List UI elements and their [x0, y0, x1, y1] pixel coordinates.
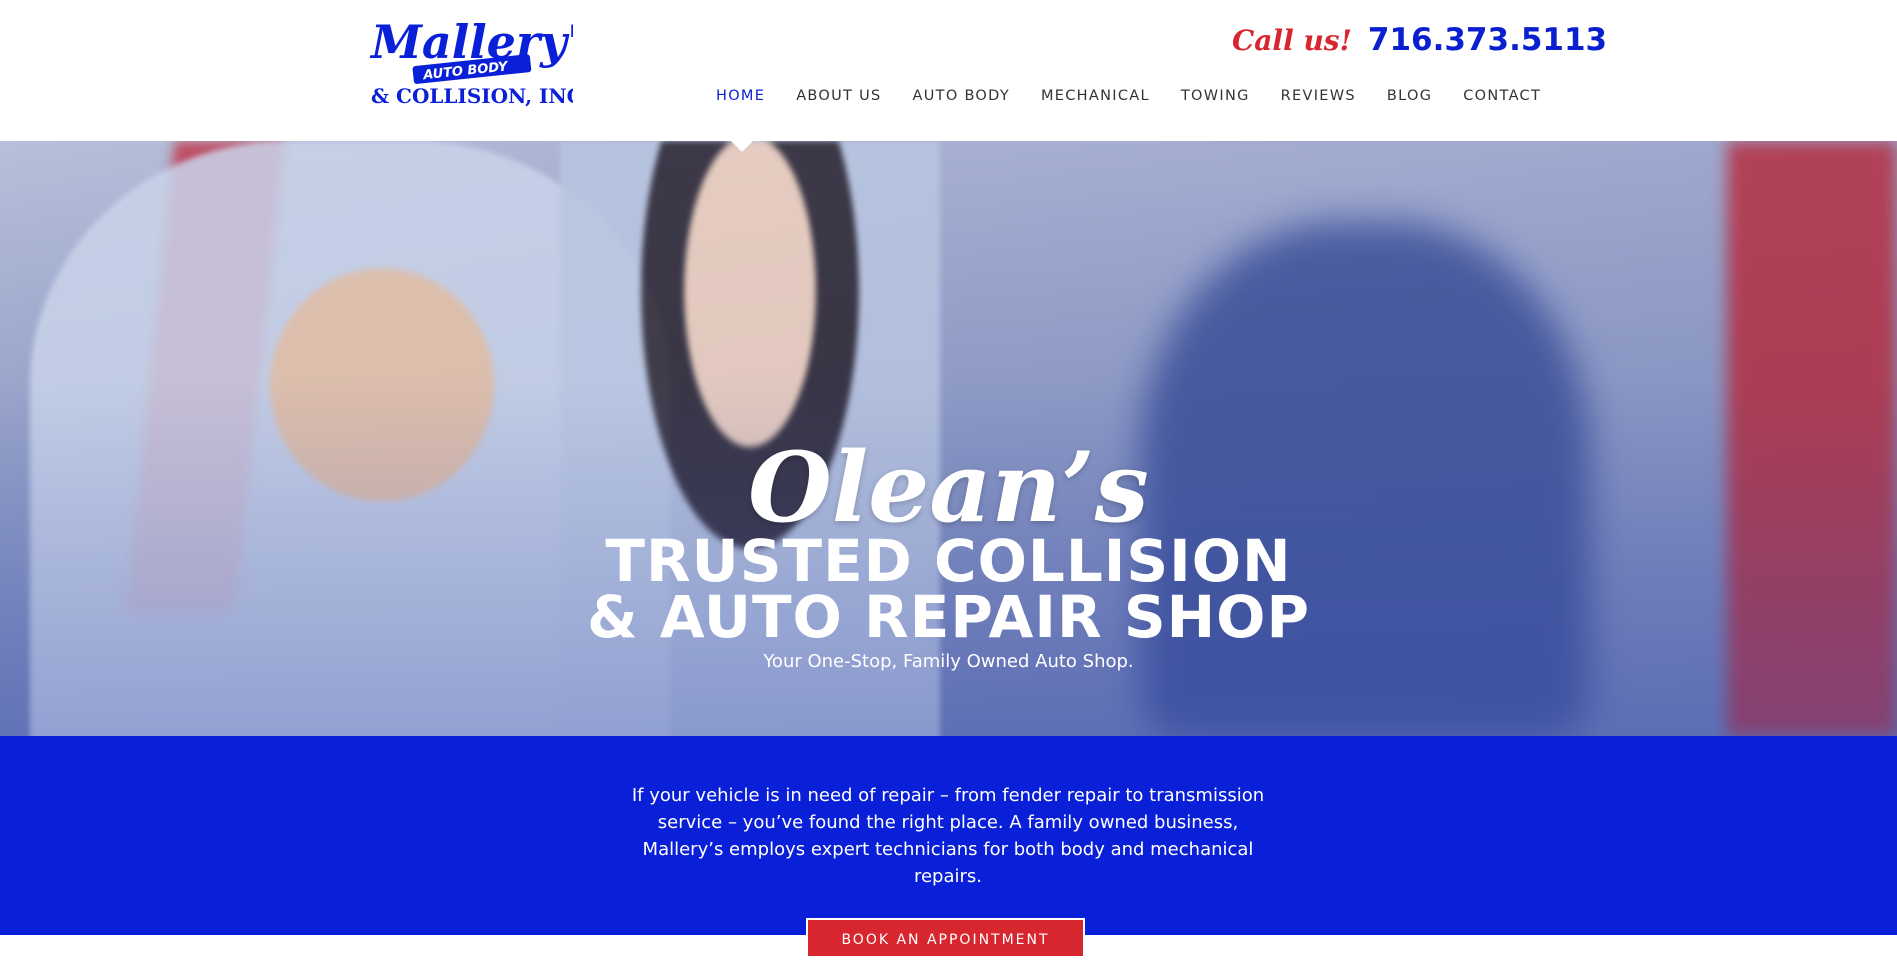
- mallerys-logo[interactable]: Mallery's AUTO BODY & COLLISION, INC.: [363, 10, 573, 110]
- main-nav: HOME ABOUT US AUTO BODY MECHANICAL TOWIN…: [716, 88, 1572, 104]
- site-header: Mallery's AUTO BODY & COLLISION, INC. Ca…: [0, 0, 1897, 141]
- book-appointment-button[interactable]: BOOK AN APPOINTMENT: [806, 918, 1085, 958]
- hero-banner: Olean’s TRUSTED COLLISION & AUTO REPAIR …: [0, 141, 1897, 736]
- nav-auto-body[interactable]: AUTO BODY: [913, 88, 1010, 104]
- logo-collision: & COLLISION, INC.: [371, 84, 573, 108]
- phone-link[interactable]: 716.373.5113: [1368, 22, 1607, 58]
- intro-section: If your vehicle is in need of repair – f…: [0, 736, 1897, 958]
- nav-contact[interactable]: CONTACT: [1463, 88, 1541, 104]
- call-us-label: Call us!: [1232, 24, 1352, 57]
- nav-towing[interactable]: TOWING: [1181, 88, 1250, 104]
- call-block: Call us! 716.373.5113: [1232, 22, 1607, 58]
- hero-heading-line1: TRUSTED COLLISION: [605, 527, 1292, 595]
- hero-subtitle: Your One-Stop, Family Owned Auto Shop.: [763, 651, 1134, 672]
- nav-home[interactable]: HOME: [716, 88, 765, 104]
- active-nav-indicator: [731, 141, 753, 152]
- nav-reviews[interactable]: REVIEWS: [1281, 88, 1356, 104]
- hero-heading-line2: & AUTO REPAIR SHOP: [587, 583, 1310, 651]
- nav-about-us[interactable]: ABOUT US: [796, 88, 881, 104]
- nav-mechanical[interactable]: MECHANICAL: [1041, 88, 1150, 104]
- nav-blog[interactable]: BLOG: [1387, 88, 1432, 104]
- intro-text: If your vehicle is in need of repair – f…: [631, 785, 1265, 887]
